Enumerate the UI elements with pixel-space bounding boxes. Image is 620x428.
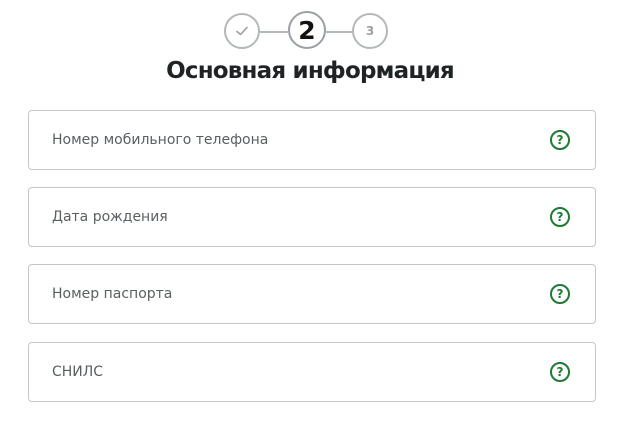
step-connector: [326, 31, 352, 33]
field-label: Номер паспорта: [52, 286, 173, 302]
field-label: Дата рождения: [52, 209, 168, 225]
question-circle-icon[interactable]: ?: [550, 130, 570, 150]
snils-field[interactable]: СНИЛС ?: [28, 342, 596, 402]
phone-number-field[interactable]: Номер мобильного телефона ?: [28, 110, 596, 170]
step-1-completed: [224, 13, 260, 49]
question-circle-icon[interactable]: ?: [550, 284, 570, 304]
question-circle-icon[interactable]: ?: [550, 362, 570, 382]
step-number: 2: [298, 15, 316, 45]
question-circle-icon[interactable]: ?: [550, 207, 570, 227]
field-label: СНИЛС: [52, 364, 104, 380]
passport-number-field[interactable]: Номер паспорта ?: [28, 264, 596, 324]
birth-date-field[interactable]: Дата рождения ?: [28, 187, 596, 247]
page-title: Основная информация: [166, 58, 455, 84]
step-connector: [260, 31, 288, 33]
step-2-current: 2: [288, 11, 326, 49]
progress-stepper: 2 3: [0, 11, 620, 55]
field-label: Номер мобильного телефона: [52, 132, 269, 148]
step-number: 3: [365, 24, 375, 38]
step-3-upcoming: 3: [352, 13, 388, 49]
check-icon: [236, 26, 248, 36]
